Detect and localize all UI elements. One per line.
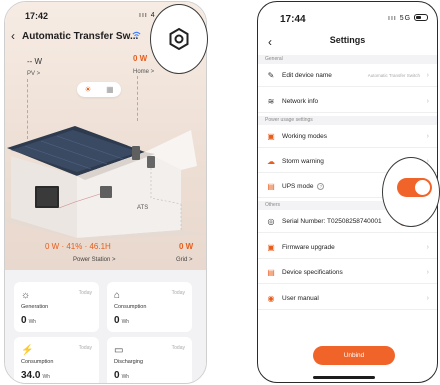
battery-icon: ▭ — [114, 345, 124, 356]
card-name: Discharging — [114, 359, 144, 365]
ats-label: ATS — [137, 205, 149, 211]
serial-icon: ◎ — [267, 217, 275, 226]
user-manual-row[interactable]: ◉ User manual › — [258, 288, 437, 310]
card-name: Generation — [21, 304, 49, 310]
home-link[interactable]: Home > — [133, 69, 154, 75]
status-signal: ııı 5G — [388, 15, 412, 22]
screenshot-stage: 17:42 ııı 4 ‹ Automatic Transfer Sw... -… — [0, 0, 440, 385]
network-info-row[interactable]: ≋ Network info › — [258, 91, 437, 113]
page-title: Settings — [329, 35, 366, 45]
firmware-icon: ▣ — [267, 243, 275, 252]
row-label: Network info — [282, 98, 319, 105]
card-name: Consumption — [114, 304, 147, 310]
unbind-button[interactable]: Unbind — [313, 346, 395, 365]
edit-icon: ✎ — [267, 71, 275, 80]
pv-link[interactable]: PV > — [27, 71, 40, 77]
card-period: Today — [78, 290, 92, 296]
chevron-right-icon: › — [426, 133, 429, 140]
back-icon[interactable]: ‹ — [11, 29, 15, 43]
edit-device-name-row[interactable]: ✎ Edit device name Automatic Transfer Sw… — [258, 65, 437, 87]
grid-consumption-card[interactable]: ⚡ Today Consumption 34.0 Wh — [14, 337, 99, 383]
power-station-link[interactable]: Power Station > — [73, 257, 116, 263]
section-power: Power usage settings — [258, 116, 437, 125]
stats-cards: ☼ Today Generation 0 Wh ⌂ Today Consumpti… — [5, 270, 206, 383]
card-period: Today — [78, 345, 92, 351]
chevron-right-icon: › — [426, 244, 429, 251]
device-name-value: Automatic Transfer Switch — [367, 73, 420, 78]
sun-icon: ☼ — [21, 290, 31, 301]
device-title: Automatic Transfer Sw... — [22, 31, 139, 42]
tower-icon: ⚡ — [21, 345, 34, 356]
home-consumption-card[interactable]: ⌂ Today Consumption 0 Wh — [107, 282, 192, 332]
discharging-card[interactable]: ▭ Today Discharging 0 Wh — [107, 337, 192, 383]
card-value: 0 Wh — [21, 315, 37, 326]
row-label: User manual — [282, 295, 319, 302]
card-period: Today — [171, 290, 185, 296]
gear-icon — [169, 27, 189, 51]
chevron-right-icon: › — [426, 98, 429, 105]
house-illustration — [5, 126, 205, 240]
row-label: Device specifications — [282, 269, 343, 276]
home-icon: ⌂ — [114, 290, 121, 301]
status-time: 17:44 — [280, 14, 306, 25]
row-label: Serial Number: T02508258740001 — [282, 218, 382, 225]
card-value: 0 Wh — [114, 370, 130, 381]
chevron-right-icon: › — [426, 295, 429, 302]
power-station-value: 0 W · 41% · 46.1H — [45, 242, 111, 251]
toggle-knob — [415, 180, 430, 195]
chevron-right-icon: › — [426, 269, 429, 276]
settings-button[interactable] — [166, 26, 192, 52]
storm-icon: ☁ — [267, 157, 275, 166]
pv-power-value: -- W — [27, 57, 43, 66]
row-label: Working modes — [282, 133, 328, 140]
wifi-icon — [132, 31, 141, 41]
grid-power-value: 0 W — [179, 242, 194, 251]
home-power-value: 0 W — [133, 54, 148, 63]
card-value: 0 Wh — [114, 315, 130, 326]
grid-link[interactable]: Grid > — [176, 257, 193, 263]
home-indicator — [313, 376, 375, 379]
help-icon[interactable]: ? — [317, 183, 325, 190]
working-modes-icon: ▣ — [267, 132, 275, 141]
firmware-upgrade-row[interactable]: ▣ Firmware upgrade › — [258, 237, 437, 259]
specs-icon: ▤ — [267, 268, 275, 277]
manual-icon: ◉ — [267, 294, 275, 303]
card-period: Today — [171, 345, 185, 351]
ups-mode-toggle[interactable] — [397, 178, 432, 197]
status-time: 17:42 — [25, 11, 49, 21]
battery-icon — [414, 14, 428, 21]
card-value: 34.0 Wh — [21, 370, 50, 381]
row-label: Firmware upgrade — [282, 244, 335, 251]
wifi-icon: ≋ — [267, 97, 275, 106]
row-label: Edit device name — [282, 72, 332, 79]
device-specs-row[interactable]: ▤ Device specifications › — [258, 262, 437, 284]
generation-card[interactable]: ☼ Today Generation 0 Wh — [14, 282, 99, 332]
working-modes-row[interactable]: ▣ Working modes › — [258, 126, 437, 148]
chevron-right-icon: › — [426, 72, 429, 79]
row-label: UPS mode — [282, 183, 314, 190]
row-label: Storm warning — [282, 158, 324, 165]
ups-icon: ▤ — [267, 182, 275, 191]
card-name: Consumption — [21, 359, 54, 365]
status-signal: ııı 4 — [139, 12, 156, 19]
section-general: General — [258, 55, 437, 64]
